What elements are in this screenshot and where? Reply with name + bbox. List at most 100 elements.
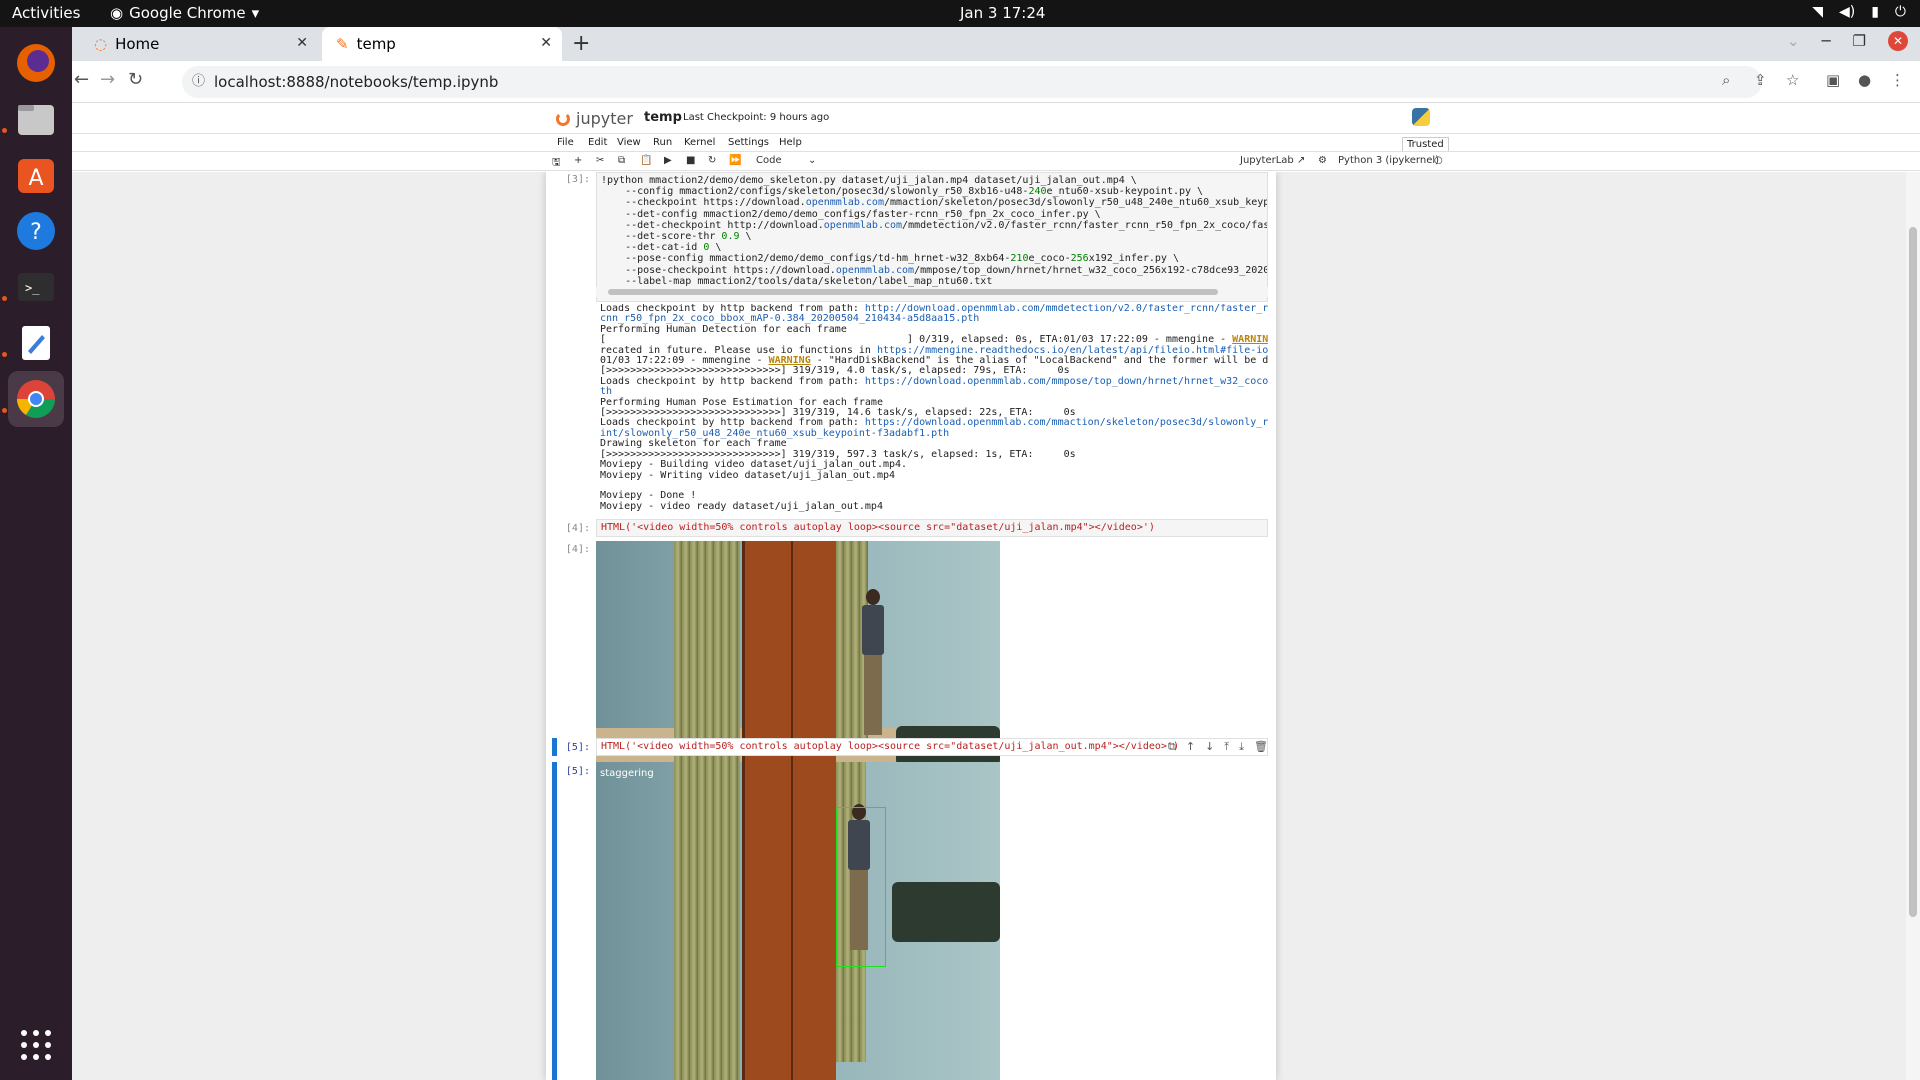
minimize-button[interactable]: ─ xyxy=(1822,32,1831,50)
chevron-down-icon: ▾ xyxy=(251,4,260,22)
bookmark-star-icon[interactable]: ☆ xyxy=(1786,71,1799,89)
code-input[interactable]: HTML('<video width=50% controls autoplay… xyxy=(596,519,1268,537)
firefox-icon[interactable] xyxy=(8,35,64,91)
os-top-bar: Activities ◉ Google Chrome ▾ Jan 3 17:24… xyxy=(0,0,1920,27)
reload-button[interactable]: ↻ xyxy=(128,69,143,90)
menu-edit[interactable]: Edit xyxy=(588,137,607,148)
address-bar[interactable]: ⓘ localhost:8888/notebooks/temp.ipynb xyxy=(182,66,1762,98)
menu-help[interactable]: Help xyxy=(779,137,802,148)
files-icon[interactable] xyxy=(8,91,64,147)
chrome-dock-icon[interactable] xyxy=(8,371,64,427)
side-panel-icon[interactable]: ▣ xyxy=(1826,71,1840,89)
zoom-icon[interactable]: ⌕ xyxy=(1722,71,1730,89)
stop-icon[interactable]: ■ xyxy=(686,155,695,166)
paste-icon[interactable]: 📋 xyxy=(640,155,652,166)
show-apps-icon[interactable] xyxy=(8,1017,64,1073)
run-all-icon[interactable]: ⏩ xyxy=(729,155,741,166)
insert-below-icon[interactable]: ⤓ xyxy=(1239,740,1244,754)
svg-text:?: ? xyxy=(30,220,42,245)
run-icon[interactable]: ▶ xyxy=(664,155,672,166)
url-text: localhost:8888/notebooks/temp.ipynb xyxy=(214,73,499,91)
menu-kernel[interactable]: Kernel xyxy=(684,137,715,148)
tab-search-icon[interactable]: ⌄ xyxy=(1787,32,1800,50)
restore-button[interactable]: ❐ xyxy=(1853,32,1866,50)
delete-cell-icon[interactable]: 🗑 xyxy=(1254,740,1268,754)
move-up-icon[interactable]: ↑ xyxy=(1186,740,1195,754)
jupyter-wordmark: jupyter xyxy=(576,109,633,128)
app-center-icon[interactable]: A xyxy=(8,147,64,203)
clock[interactable]: Jan 3 17:24 xyxy=(960,4,1045,22)
menu-view[interactable]: View xyxy=(617,137,641,148)
move-down-icon[interactable]: ↓ xyxy=(1205,740,1214,754)
back-button[interactable]: ← xyxy=(74,69,89,90)
tab-label: Home xyxy=(115,35,160,53)
curtain xyxy=(674,762,740,1080)
menu-file[interactable]: File xyxy=(557,137,574,148)
activities-button[interactable]: Activities xyxy=(12,4,80,22)
jupyter-favicon: ◌ xyxy=(94,35,108,53)
wardrobe xyxy=(742,762,836,1080)
svg-text:A: A xyxy=(28,166,43,191)
browser-window: ◌ Home ✕ ✎ temp ✕ + ⌄ ─ ❐ ✕ ← → ↻ ⓘ loca… xyxy=(72,27,1920,1080)
running-indicator xyxy=(2,128,7,133)
close-tab-icon[interactable]: ✕ xyxy=(296,35,308,51)
detection-bounding-box xyxy=(836,807,886,967)
code-input[interactable]: !python mmaction2/demo/demo_skeleton.py … xyxy=(596,172,1268,302)
trusted-badge[interactable]: Trusted xyxy=(1402,137,1449,152)
jupyter-logo[interactable]: jupyter xyxy=(556,109,633,128)
window-controls: ⌄ ─ ❐ ✕ xyxy=(1787,31,1908,51)
video-player[interactable] xyxy=(596,541,1000,768)
cell-type-select[interactable]: Code xyxy=(756,155,782,166)
video-player[interactable]: staggering xyxy=(596,762,1000,1080)
tab-home[interactable]: ◌ Home ✕ xyxy=(80,27,318,61)
input-prompt: [3]: xyxy=(565,174,590,185)
forward-button[interactable]: → xyxy=(100,69,115,90)
chevron-down-icon[interactable]: ⌄ xyxy=(808,155,816,166)
menu-kebab-icon[interactable]: ⋮ xyxy=(1890,71,1905,89)
page-vertical-scrollbar[interactable] xyxy=(1906,172,1920,1080)
kernel-name[interactable]: Python 3 (ipykernel) xyxy=(1338,155,1439,166)
cell-toolbar: ⧉ ↑ ↓ ⤒ ⤓ 🗑 xyxy=(1168,740,1268,754)
duplicate-cell-icon[interactable]: ⧉ xyxy=(1168,740,1176,754)
scrollbar-thumb[interactable] xyxy=(1909,227,1917,917)
save-icon[interactable]: 🖫 xyxy=(552,155,561,172)
text-editor-icon[interactable] xyxy=(8,315,64,371)
scrollbar-thumb[interactable] xyxy=(608,289,1218,295)
profile-icon[interactable]: ● xyxy=(1858,71,1871,89)
horizontal-scrollbar[interactable] xyxy=(596,287,1268,297)
cut-icon[interactable]: ✂ xyxy=(596,155,604,166)
notebook-title[interactable]: temp xyxy=(644,110,682,125)
kernel-settings-icon[interactable]: ⚙ xyxy=(1318,155,1327,166)
new-tab-button[interactable]: + xyxy=(572,31,590,56)
input-prompt: [5]: xyxy=(565,742,590,753)
chrome-icon: ◉ xyxy=(110,4,124,22)
system-tray[interactable]: ◥ ◀) ▮ ⏻ xyxy=(1812,4,1906,20)
terminal-icon[interactable]: >_ xyxy=(8,259,64,315)
insert-above-icon[interactable]: ⤒ xyxy=(1224,740,1229,754)
menu-run[interactable]: Run xyxy=(653,137,672,148)
close-window-button[interactable]: ✕ xyxy=(1888,31,1908,51)
site-info-icon[interactable]: ⓘ xyxy=(192,66,205,98)
menu-settings[interactable]: Settings xyxy=(728,137,769,148)
copy-icon[interactable]: ⧉ xyxy=(618,155,625,166)
restart-icon[interactable]: ↻ xyxy=(708,155,716,166)
code-line: HTML('<video width=50% controls autoplay… xyxy=(601,741,1179,752)
wifi-icon: ◥ xyxy=(1812,4,1823,20)
help-icon[interactable]: ? xyxy=(8,203,64,259)
jupyterlab-link[interactable]: JupyterLab ↗ xyxy=(1240,155,1305,166)
kernel-status-icon: ○ xyxy=(1434,155,1443,166)
notebook-favicon: ✎ xyxy=(336,35,349,53)
running-indicator xyxy=(2,408,7,413)
share-icon[interactable]: ⇪ xyxy=(1754,71,1767,89)
close-tab-icon[interactable]: ✕ xyxy=(540,35,552,51)
app-menu[interactable]: ◉ Google Chrome ▾ xyxy=(110,4,259,22)
curtain xyxy=(674,541,740,768)
sofa xyxy=(892,882,1000,942)
notebook-toolbar: 🖫 + ✂ ⧉ 📋 ▶ ■ ↻ ⏩ Code ⌄ JupyterLab ↗ ⚙ … xyxy=(72,151,1920,171)
add-cell-icon[interactable]: + xyxy=(574,155,582,166)
tab-temp[interactable]: ✎ temp ✕ xyxy=(322,27,562,61)
tab-label: temp xyxy=(356,35,396,53)
navigation-bar: ← → ↻ ⓘ localhost:8888/notebooks/temp.ip… xyxy=(72,61,1920,103)
cell-output-log: Loads checkpoint by http backend from pa… xyxy=(600,304,1268,512)
jupyter-ring-icon xyxy=(556,111,570,126)
